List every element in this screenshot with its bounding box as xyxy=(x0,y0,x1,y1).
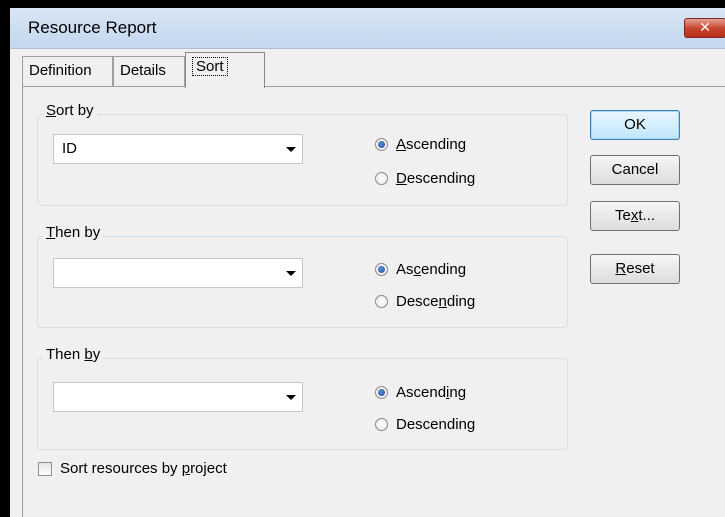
then-by-1-descending-label: Descending xyxy=(396,293,476,310)
close-button[interactable]: ✕ xyxy=(684,18,725,38)
dialog-title: Resource Report xyxy=(28,18,157,37)
then-by-2-ascending-label: Ascending xyxy=(396,384,467,401)
resource-report-dialog: Resource Report ✕ Definition Details Sor… xyxy=(10,8,725,517)
then-by-dropdown-2[interactable] xyxy=(53,382,303,412)
close-icon: ✕ xyxy=(699,19,711,35)
checkbox-unchecked-icon[interactable] xyxy=(38,462,52,476)
tab-sort-label: Sort xyxy=(192,57,228,76)
then-by-label-2: Then by xyxy=(43,346,104,363)
tab-details-label: Details xyxy=(120,62,166,79)
chevron-down-icon[interactable] xyxy=(286,147,296,152)
then-by-2-descending-label: Descending xyxy=(396,416,476,433)
tab-definition[interactable]: Definition xyxy=(22,56,113,86)
chevron-down-icon[interactable] xyxy=(286,271,296,276)
sort-by-ascending-label: Ascending xyxy=(396,136,467,153)
text-button[interactable]: Text... xyxy=(590,201,680,231)
then-by-label-1: Then by xyxy=(43,224,104,241)
sort-by-descending-label: Descending xyxy=(396,170,476,187)
then-by-dropdown-1[interactable] xyxy=(53,258,303,288)
ok-button[interactable]: OK xyxy=(590,110,680,140)
radio-selected-icon xyxy=(375,138,388,151)
sort-by-dropdown[interactable]: ID xyxy=(53,134,303,164)
radio-selected-icon xyxy=(375,263,388,276)
radio-selected-icon xyxy=(375,386,388,399)
radio-unselected-icon xyxy=(375,172,388,185)
cancel-button[interactable]: Cancel xyxy=(590,155,680,185)
radio-unselected-icon xyxy=(375,295,388,308)
sort-resources-by-project-label: Sort resources by project xyxy=(60,460,227,477)
title-bar: Resource Report ✕ xyxy=(10,8,725,49)
sort-by-value: ID xyxy=(62,140,77,157)
then-by-1-ascending-label: Ascending xyxy=(396,261,467,278)
tab-definition-label: Definition xyxy=(29,62,92,79)
radio-unselected-icon xyxy=(375,418,388,431)
chevron-down-icon[interactable] xyxy=(286,395,296,400)
tab-sort[interactable]: Sort xyxy=(185,52,265,88)
sort-by-label: Sort by xyxy=(43,102,97,119)
tab-details[interactable]: Details xyxy=(113,56,185,86)
reset-button[interactable]: Reset xyxy=(590,254,680,284)
